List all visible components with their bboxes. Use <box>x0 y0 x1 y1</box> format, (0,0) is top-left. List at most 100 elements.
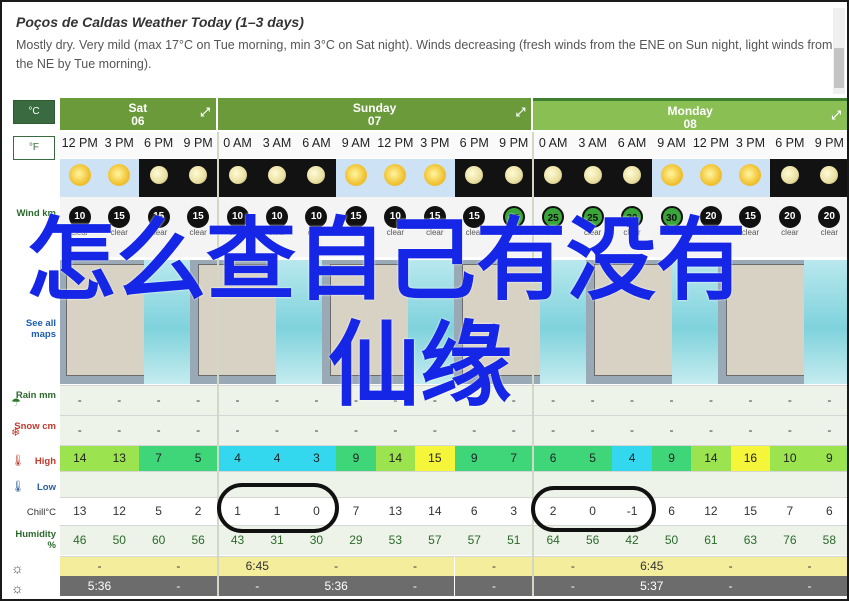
sky-night-cell <box>770 159 810 197</box>
day-header[interactable]: Monday 08 ⤢ <box>533 98 847 131</box>
sky-day-cell <box>730 159 771 197</box>
chill-cell: 15 <box>730 497 771 525</box>
wind-cell: 20 clear <box>770 197 810 257</box>
rain-cell: - <box>809 385 847 415</box>
sunset-cell: 5:37 <box>612 576 692 596</box>
expand-icon[interactable]: ⤢ <box>200 106 210 119</box>
overlay-text-line1: 怎么查自己有没有 <box>26 208 746 313</box>
sunset-cell: - <box>770 576 847 596</box>
humidity-cell: 46 <box>60 525 100 555</box>
wind-cell: 20 clear <box>809 197 847 257</box>
chill-cell: 6 <box>454 497 494 525</box>
sky-night-cell <box>257 159 297 197</box>
annotation-circle <box>531 486 656 532</box>
humidity-cell: 57 <box>415 525 455 555</box>
moon-icon <box>149 166 168 184</box>
forecast-window: Poços de Caldas Weather Today (1–3 days)… <box>0 0 849 601</box>
day-separator <box>216 132 219 596</box>
humidity-cell: 57 <box>454 525 494 555</box>
sunset-cell: 5:36 <box>296 576 376 596</box>
moon-icon <box>228 166 247 184</box>
rain-cell: - <box>691 385 731 415</box>
fahrenheit-toggle[interactable]: °F <box>13 136 55 160</box>
snow-cell: - <box>99 415 139 445</box>
sunset-cell: - <box>375 576 455 596</box>
high-temp-cell: 4 <box>612 445 652 471</box>
high-temp-cell: 13 <box>99 445 139 471</box>
sunset-cell: - <box>533 576 613 596</box>
snow-cell: - <box>60 415 100 445</box>
high-temp-cell: 6 <box>533 445 573 471</box>
high-temp-cell: 9 <box>336 445 376 471</box>
rain-cell: - <box>533 385 573 415</box>
humidity-cell: 58 <box>809 525 847 555</box>
sky-night-cell <box>809 159 847 197</box>
chill-cell: 13 <box>60 497 100 525</box>
time-cell: 3 AM <box>572 132 613 158</box>
day-header[interactable]: Sunday 07 ⤢ <box>217 98 534 130</box>
sun-icon <box>660 164 683 186</box>
sunrise-cell: 6:45 <box>612 556 692 576</box>
sky-night-cell <box>572 159 613 197</box>
rain-cell: - <box>770 385 810 415</box>
forecast-header: Poços de Caldas Weather Today (1–3 days)… <box>16 14 836 74</box>
high-temp-cell: 5 <box>572 445 613 471</box>
scrollbar-thumb[interactable] <box>834 48 844 88</box>
day-date: 06 <box>131 114 145 128</box>
chill-cell: 12 <box>691 497 731 525</box>
day-date: 07 <box>367 114 382 128</box>
sun-icon <box>699 164 722 186</box>
time-cell: 3 PM <box>730 132 771 158</box>
time-cell: 9 PM <box>809 132 847 158</box>
chill-cell: 12 <box>99 497 139 525</box>
scrollbar[interactable] <box>833 8 845 94</box>
high-temp-cell: 9 <box>651 445 692 471</box>
see-all-maps-link[interactable]: See all maps <box>6 318 58 340</box>
expand-icon[interactable]: ⤢ <box>516 106 526 119</box>
snow-cell: - <box>651 415 692 445</box>
high-temp-cell: 14 <box>691 445 731 471</box>
sunrise-cell: - <box>770 556 847 576</box>
sunset-icon: ☼ <box>11 580 24 596</box>
expand-icon[interactable]: ⤢ <box>831 109 841 122</box>
sky-day-cell <box>691 159 731 197</box>
low-temp-cell <box>494 471 534 497</box>
sky-night-cell <box>178 159 218 197</box>
time-cell: 9 AM <box>336 132 376 158</box>
time-cell: 6 PM <box>770 132 810 158</box>
snow-cell: - <box>138 415 179 445</box>
humidity-cell: 63 <box>730 525 771 555</box>
sunset-cell: - <box>138 576 218 596</box>
snow-cell: - <box>691 415 731 445</box>
humidity-cell: 50 <box>651 525 692 555</box>
humidity-cell: 60 <box>138 525 179 555</box>
snow-row-label: Snow cm <box>14 421 56 432</box>
sun-icon <box>68 164 91 186</box>
time-cell: 3 PM <box>99 132 139 158</box>
forecast-title: Poços de Caldas Weather Today (1–3 days) <box>16 14 304 30</box>
snow-cell: - <box>533 415 573 445</box>
high-temp-cell: 4 <box>257 445 297 471</box>
time-cell: 12 PM <box>375 132 416 158</box>
humidity-cell: 51 <box>494 525 534 555</box>
time-cell: 9 PM <box>178 132 218 158</box>
sunrise-cell: - <box>454 556 534 576</box>
celsius-toggle[interactable]: °C <box>13 100 55 124</box>
low-temp-cell <box>99 471 139 497</box>
wind-arrow-icon: 20 <box>818 206 841 228</box>
humidity-cell: 53 <box>375 525 416 555</box>
moon-icon <box>544 166 563 184</box>
row-divider <box>60 525 847 526</box>
snow-cell: - <box>178 415 218 445</box>
sky-day-cell <box>415 159 455 197</box>
high-temp-cell: 14 <box>375 445 416 471</box>
sunset-cell: - <box>691 576 771 596</box>
rain-cell: - <box>730 385 771 415</box>
humidity-cell: 61 <box>691 525 731 555</box>
sun-icon <box>344 164 367 186</box>
snow-cell: - <box>336 415 376 445</box>
chill-cell: 7 <box>336 497 376 525</box>
moon-icon <box>268 166 287 184</box>
low-temp-cell <box>454 471 494 497</box>
day-header[interactable]: Sat 06 ⤢ <box>60 98 218 130</box>
